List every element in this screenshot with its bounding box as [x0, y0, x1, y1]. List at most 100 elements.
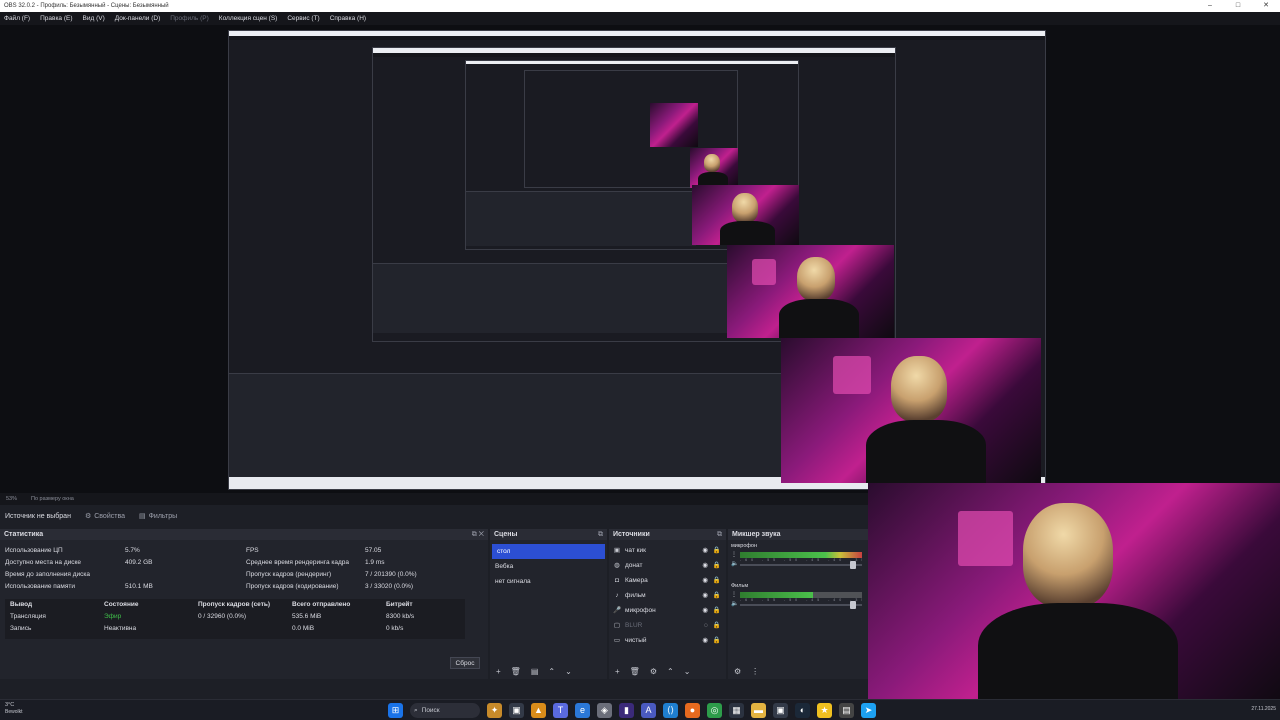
fit-mode[interactable]: По размеру окна — [31, 496, 74, 502]
reset-button[interactable]: Сброс — [450, 657, 480, 669]
taskbar-search[interactable]: ⌕ Поиск — [410, 703, 480, 718]
edge-icon[interactable]: e — [575, 703, 590, 718]
chat-icon: ▣ — [613, 547, 621, 554]
gear-icon[interactable]: ⚙ — [734, 667, 741, 676]
minimize-button[interactable]: – — [1196, 0, 1224, 12]
down-icon[interactable]: ⌄ — [565, 667, 572, 676]
eye-icon[interactable]: ◉ — [702, 543, 708, 558]
channel-menu-icon[interactable]: ⋮ — [731, 591, 737, 598]
output-bitrate: 8300 kb/s — [386, 613, 415, 620]
teams-icon[interactable]: T — [553, 703, 568, 718]
dock-menu-icon[interactable]: ⧉ — [598, 529, 603, 540]
app-icon[interactable]: ▲ — [531, 703, 546, 718]
lock-icon[interactable]: 🔒 — [713, 573, 721, 588]
scene-item[interactable]: Вебка — [490, 559, 607, 574]
maximize-button[interactable]: □ — [1224, 0, 1252, 12]
source-label: микрофон — [625, 607, 656, 614]
app-icon[interactable]: ▦ — [729, 703, 744, 718]
speaker-icon[interactable]: 🔈 — [731, 600, 738, 607]
menu-edit[interactable]: Правка (E) — [40, 12, 72, 25]
stat-value: 1.9 ms — [365, 559, 385, 566]
source-item[interactable]: ◍ донат ◉ 🔒 — [609, 558, 726, 573]
scenes-toolbar: + 🗑 ▤ ⌃ ⌄ — [490, 663, 607, 679]
zoom-level[interactable]: 53% — [6, 496, 17, 502]
source-item[interactable]: ▭ чистый ◉ 🔒 — [609, 633, 726, 648]
column-header: Битрейт — [386, 601, 413, 608]
eye-icon[interactable]: ◉ — [702, 603, 708, 618]
eye-icon[interactable]: ◉ — [702, 573, 708, 588]
volume-slider[interactable] — [740, 601, 862, 609]
app-icon[interactable]: ▮ — [619, 703, 634, 718]
menu-view[interactable]: Вид (V) — [83, 12, 105, 25]
speaker-icon[interactable]: 🔈 — [731, 560, 738, 567]
eye-icon[interactable]: ◉ — [702, 633, 708, 648]
menu-help[interactable]: Справка (H) — [330, 12, 366, 25]
chrome-icon[interactable]: ◎ — [707, 703, 722, 718]
folder-icon[interactable]: ▬ — [751, 703, 766, 718]
telegram-icon[interactable]: ➤ — [861, 703, 876, 718]
properties-button[interactable]: ⚙ Свойства — [85, 512, 125, 521]
app-icon[interactable]: ▤ — [839, 703, 854, 718]
lock-icon[interactable]: 🔒 — [713, 633, 721, 648]
lock-icon[interactable]: 🔒 — [713, 603, 721, 618]
app-icon[interactable]: ● — [685, 703, 700, 718]
eye-hidden-icon[interactable]: ◌ — [704, 618, 708, 633]
channel-menu-icon[interactable]: ⋮ — [731, 551, 737, 558]
slider-handle[interactable] — [850, 561, 856, 569]
source-item[interactable]: ▣ чат кик ◉ 🔒 — [609, 543, 726, 558]
close-button[interactable]: ✕ — [1252, 0, 1280, 12]
up-icon[interactable]: ⌃ — [667, 667, 674, 676]
eye-icon[interactable]: ◉ — [702, 588, 708, 603]
search-icon: ⌕ — [414, 707, 418, 714]
task-view-icon[interactable]: ▣ — [509, 703, 524, 718]
lock-icon[interactable]: 🔒 — [713, 558, 721, 573]
menu-docks[interactable]: Док-панели (D) — [115, 12, 160, 25]
menu-tools[interactable]: Сервис (T) — [287, 12, 319, 25]
slider-handle[interactable] — [850, 601, 856, 609]
add-icon[interactable]: + — [615, 667, 620, 676]
down-icon[interactable]: ⌄ — [684, 667, 691, 676]
app-icon[interactable]: ▣ — [773, 703, 788, 718]
menu-scene-collection[interactable]: Коллекция сцен (S) — [219, 12, 278, 25]
eye-icon[interactable]: ◉ — [702, 558, 708, 573]
weather-text: Bewolkt — [5, 709, 23, 715]
lock-icon[interactable]: 🔒 — [713, 588, 721, 603]
up-icon[interactable]: ⌃ — [548, 667, 555, 676]
scene-item[interactable]: нет сигнала — [490, 574, 607, 589]
scene-item[interactable]: стол — [492, 544, 605, 559]
source-item[interactable]: ◘ Камера ◉ 🔒 — [609, 573, 726, 588]
source-item[interactable]: 🎤 микрофон ◉ 🔒 — [609, 603, 726, 618]
volume-slider[interactable] — [740, 561, 862, 569]
filters-button[interactable]: ▤ Фильтры — [139, 512, 177, 521]
gear-icon[interactable]: ⚙ — [650, 667, 657, 676]
menu-file[interactable]: Файл (F) — [4, 12, 30, 25]
preview-canvas[interactable] — [0, 25, 1280, 493]
filter-icon[interactable]: ▤ — [531, 667, 539, 676]
app-icon[interactable]: A — [641, 703, 656, 718]
stat-label: Использование ЦП — [5, 547, 63, 554]
vscode-icon[interactable]: ⟨⟩ — [663, 703, 678, 718]
app-icon[interactable]: ◈ — [597, 703, 612, 718]
more-icon[interactable]: ⋮ — [751, 667, 759, 676]
start-icon[interactable]: ⊞ — [388, 703, 403, 718]
lock-icon[interactable]: 🔒 — [713, 543, 721, 558]
output-name: Трансляция — [10, 613, 46, 620]
app-icon[interactable]: ★ — [817, 703, 832, 718]
taskbar-clock[interactable]: 27.11.2025 — [1251, 706, 1276, 712]
app-icon[interactable]: ✦ — [487, 703, 502, 718]
stat-value: 5.7% — [125, 547, 140, 554]
add-icon[interactable]: + — [496, 667, 501, 676]
steam-icon[interactable]: ◐ — [795, 703, 810, 718]
source-item[interactable]: ▢ BLUR ◌ 🔒 — [609, 618, 726, 633]
dock-menu-icon[interactable]: ⧉ — [717, 529, 722, 540]
webcam-tiny-1 — [690, 148, 738, 188]
source-item[interactable]: ♪ фильм ◉ 🔒 — [609, 588, 726, 603]
trash-icon[interactable]: 🗑 — [630, 667, 640, 676]
dock-controls[interactable]: ⧉ ✕ — [472, 529, 484, 540]
stat-value: 3 / 33020 (0.0%) — [365, 583, 414, 590]
table-row: Запись Неактивна 0.0 MiB 0 kb/s — [5, 623, 465, 635]
weather-widget[interactable]: 3°C Bewolkt — [5, 702, 23, 716]
lock-icon[interactable]: 🔒 — [713, 618, 721, 633]
trash-icon[interactable]: 🗑 — [511, 667, 521, 676]
outputs-table: Вывод Состояние Пропуск кадров (сеть) Вс… — [5, 599, 465, 639]
